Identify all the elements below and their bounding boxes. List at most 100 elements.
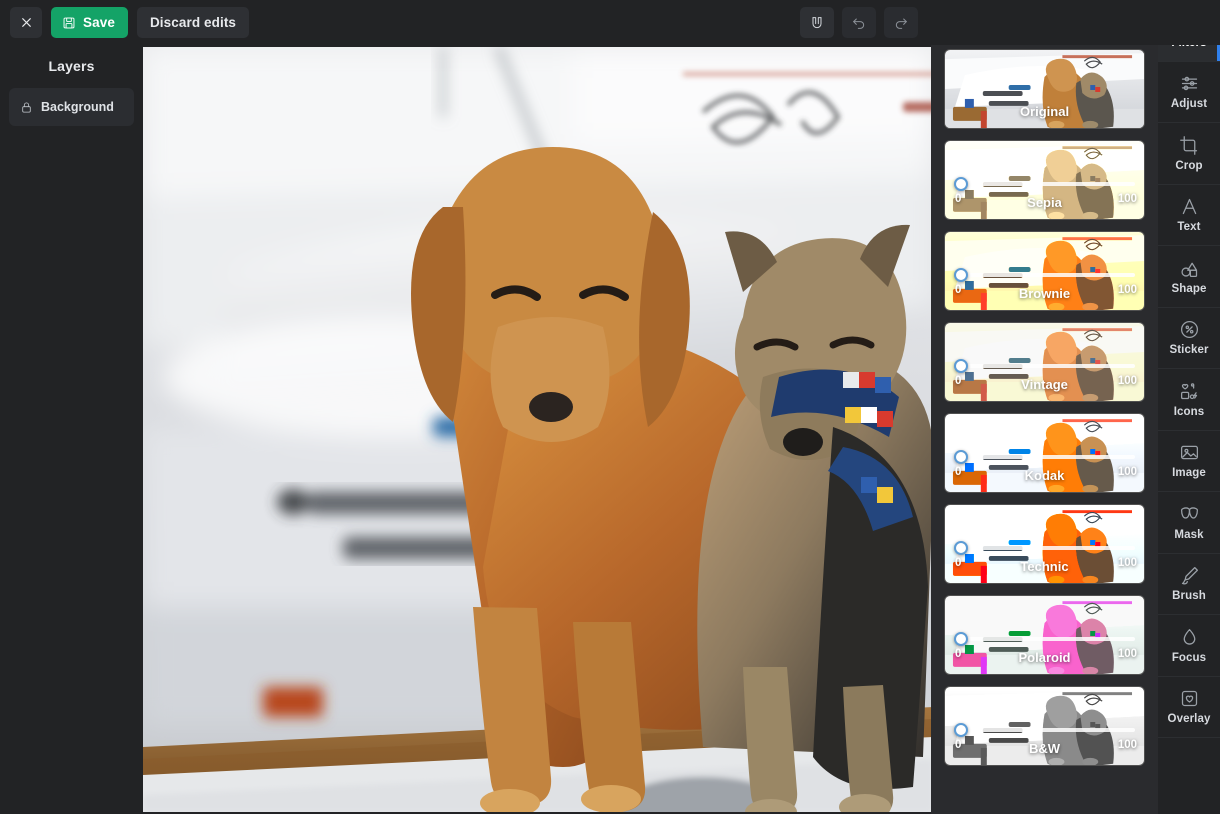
tool-rail-item-label: Sticker — [1169, 344, 1209, 357]
tool-rail-item-mask[interactable]: Mask — [1158, 492, 1220, 554]
sticker-icon — [1179, 319, 1200, 340]
filters-panel: Filters Original0100Sepia0100Brownie0100… — [931, 0, 1158, 814]
tool-rail-item-label: Overlay — [1167, 713, 1211, 726]
editor-body: Layers Background Original 0 100 Sepia 0… — [0, 0, 1220, 814]
slider-max-label: 100 — [1117, 557, 1137, 569]
slider-knob[interactable] — [954, 359, 968, 373]
canvas-photo — [143, 47, 933, 812]
slider-track[interactable] — [958, 273, 1135, 277]
filter-card-technic[interactable]: 0 100 Technic — [944, 504, 1145, 584]
tool-rail-item-focus[interactable]: Focus — [1158, 615, 1220, 677]
tool-rail: FiltersAdjustCropTextShapeStickerIconsIm… — [1158, 0, 1220, 814]
snap-magnet-button[interactable] — [800, 7, 834, 38]
slider-max-label: 100 — [1117, 284, 1137, 296]
slider-track[interactable] — [958, 546, 1135, 550]
close-icon — [21, 18, 31, 27]
image-canvas[interactable] — [143, 47, 933, 812]
tool-rail-item-adjust[interactable]: Adjust — [1158, 62, 1220, 123]
undo-button[interactable] — [842, 7, 876, 38]
text-a-icon — [1179, 196, 1200, 217]
filter-intensity-slider[interactable]: 0 100 — [954, 450, 1137, 478]
filter-card-kodak[interactable]: 0 100 Kodak — [944, 413, 1145, 493]
redo-button[interactable] — [884, 7, 918, 38]
filter-intensity-slider[interactable]: 0 100 — [954, 632, 1137, 660]
slider-knob[interactable] — [954, 268, 968, 282]
photo-editor-app: Save Discard edits Layers Background Ori… — [0, 0, 1220, 814]
tool-rail-item-crop[interactable]: Crop — [1158, 123, 1220, 185]
tool-rail-item-text[interactable]: Text — [1158, 185, 1220, 246]
tool-rail-item-brush[interactable]: Brush — [1158, 554, 1220, 615]
brush-icon — [1179, 565, 1200, 586]
save-button[interactable]: Save — [51, 7, 128, 38]
slider-max-label: 100 — [1117, 375, 1137, 387]
layers-panel: Layers Background — [0, 45, 143, 814]
slider-max-label: 100 — [1117, 739, 1137, 751]
layer-item-background[interactable]: Background — [9, 88, 134, 126]
shapes-icon — [1179, 258, 1200, 279]
undo-arrow-icon — [853, 17, 865, 29]
redo-arrow-icon — [895, 17, 907, 29]
slider-max-label: 100 — [1117, 466, 1137, 478]
filter-intensity-slider[interactable]: 0 100 — [954, 359, 1137, 387]
tool-rail-item-overlay[interactable]: Overlay — [1158, 677, 1220, 738]
tool-rail-item-shape[interactable]: Shape — [1158, 246, 1220, 308]
image-icon — [1179, 442, 1200, 463]
slider-knob[interactable] — [954, 450, 968, 464]
masks-icon — [1179, 504, 1200, 525]
filter-card-original[interactable]: Original — [944, 49, 1145, 129]
slider-min-label: 0 — [955, 284, 962, 296]
icons-grid-icon — [1179, 381, 1200, 402]
tool-rail-item-label: Focus — [1171, 651, 1207, 664]
close-editor-button[interactable] — [10, 7, 42, 38]
slider-track[interactable] — [958, 364, 1135, 368]
filter-intensity-slider[interactable]: 0 100 — [954, 177, 1137, 205]
slider-min-label: 0 — [955, 557, 962, 569]
slider-min-label: 0 — [955, 648, 962, 660]
tool-rail-item-label: Brush — [1172, 590, 1206, 603]
tool-rail-item-image[interactable]: Image — [1158, 431, 1220, 492]
slider-knob[interactable] — [954, 177, 968, 191]
magnet-icon — [812, 16, 822, 28]
slider-track[interactable] — [958, 728, 1135, 732]
filter-thumbnail — [945, 50, 1144, 128]
slider-track[interactable] — [958, 637, 1135, 641]
filter-card-polaroid[interactable]: 0 100 Polaroid — [944, 595, 1145, 675]
tool-rail-item-sticker[interactable]: Sticker — [1158, 308, 1220, 369]
tool-rail-item-icons[interactable]: Icons — [1158, 369, 1220, 431]
tool-rail-item-label: Shape — [1171, 282, 1207, 295]
slider-max-label: 100 — [1117, 193, 1137, 205]
slider-track[interactable] — [958, 455, 1135, 459]
tool-rail-item-label: Image — [1172, 467, 1206, 480]
slider-min-label: 0 — [955, 466, 962, 478]
slider-min-label: 0 — [955, 193, 962, 205]
droplet-icon — [1179, 627, 1200, 648]
save-disk-icon — [63, 17, 75, 28]
layers-panel-title: Layers — [48, 58, 95, 74]
filter-intensity-slider[interactable]: 0 100 — [954, 541, 1137, 569]
header-right-group — [800, 7, 918, 38]
tool-rail-item-label: Crop — [1175, 159, 1203, 172]
slider-track[interactable] — [958, 182, 1135, 186]
discard-edits-button[interactable]: Discard edits — [136, 7, 250, 38]
overlay-heart-icon — [1179, 688, 1200, 709]
slider-knob[interactable] — [954, 541, 968, 555]
filter-card-vintage[interactable]: 0 100 Vintage — [944, 322, 1145, 402]
tool-rail-item-label: Mask — [1174, 528, 1204, 541]
filter-card-b-w[interactable]: 0 100 B&W — [944, 686, 1145, 766]
filters-list: Original 0 100 Sepia 0 100 Brownie 0 100 Vintage 0… — [931, 49, 1158, 776]
filter-card-brownie[interactable]: 0 100 Brownie — [944, 231, 1145, 311]
slider-knob[interactable] — [954, 632, 968, 646]
tool-rail-item-label: Icons — [1173, 405, 1205, 418]
filter-intensity-slider[interactable]: 0 100 — [954, 723, 1137, 751]
filter-intensity-slider[interactable]: 0 100 — [954, 268, 1137, 296]
save-button-label: Save — [83, 15, 115, 30]
tool-rail-item-label: Adjust — [1170, 98, 1208, 111]
header-left-group: Save Discard edits — [10, 7, 250, 38]
slider-max-label: 100 — [1117, 648, 1137, 660]
slider-knob[interactable] — [954, 723, 968, 737]
tool-rail-item-label: Text — [1177, 221, 1201, 234]
filter-card-sepia[interactable]: 0 100 Sepia — [944, 140, 1145, 220]
layer-item-label: Background — [41, 100, 114, 114]
slider-min-label: 0 — [955, 375, 962, 387]
top-toolbar: Save Discard edits — [0, 0, 1220, 45]
